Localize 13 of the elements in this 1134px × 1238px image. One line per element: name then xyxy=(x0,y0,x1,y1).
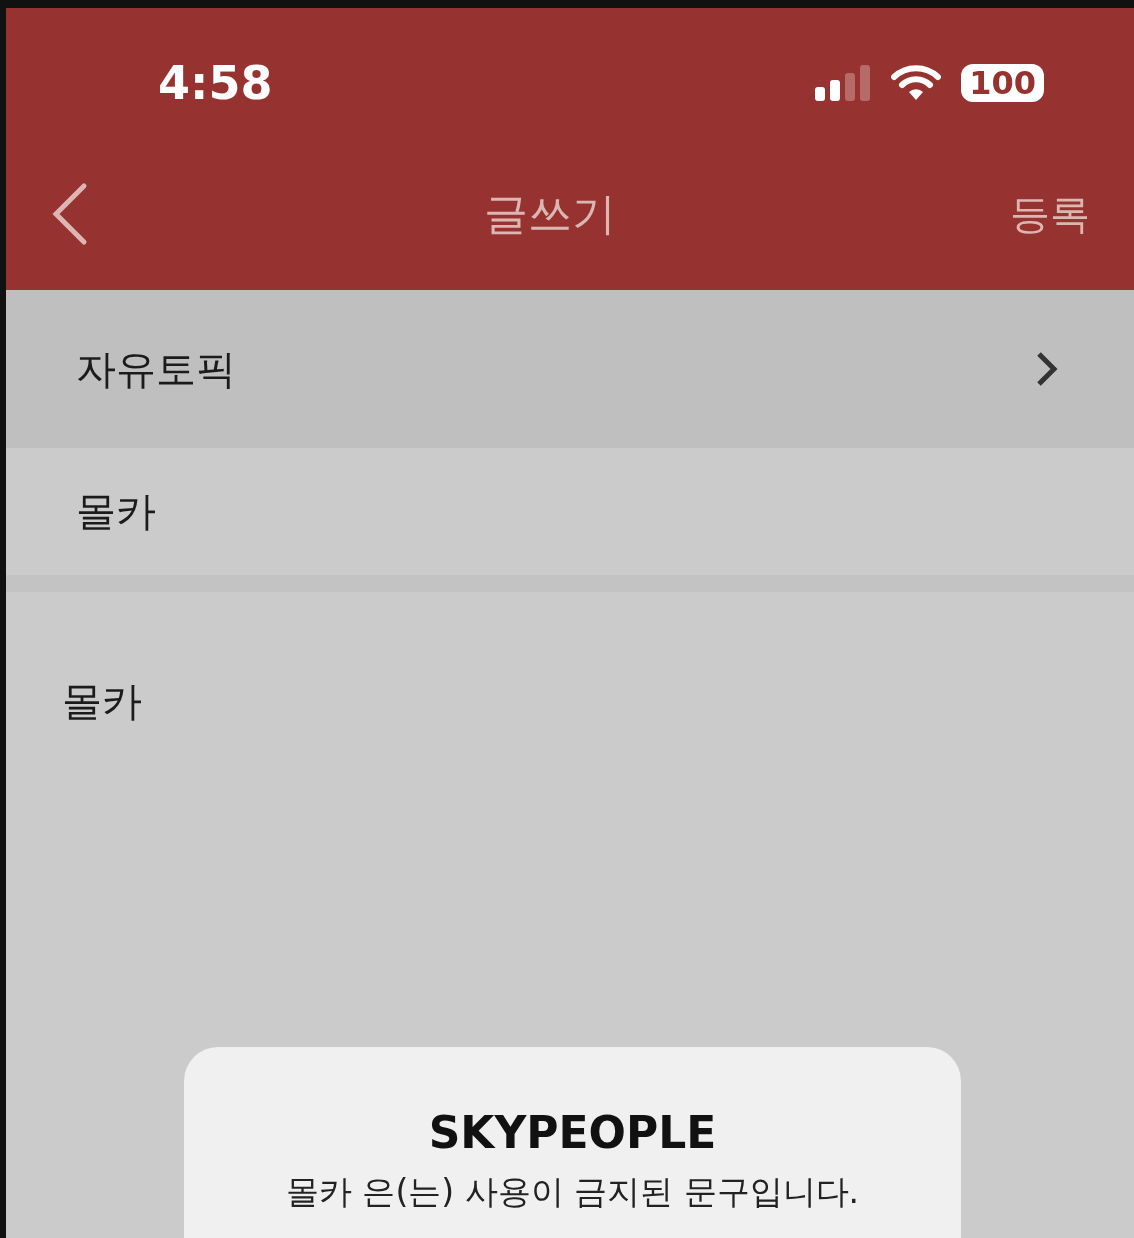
screen-title: 글쓰기 xyxy=(484,186,616,241)
category-selector[interactable]: 자유토픽 xyxy=(6,290,1134,448)
subject-field[interactable]: 몰카 xyxy=(76,484,156,539)
alert-title: SKYPEOPLE xyxy=(428,1107,717,1158)
category-label: 자유토픽 xyxy=(76,344,236,394)
battery-level: 100 xyxy=(961,64,1044,102)
body-field[interactable]: 몰카 xyxy=(62,678,142,724)
signal-icon xyxy=(815,65,872,101)
chevron-right-icon xyxy=(1036,351,1058,387)
status-time: 4:58 xyxy=(158,56,273,110)
wifi-icon xyxy=(891,65,942,101)
register-button[interactable]: 등록 xyxy=(1010,186,1090,242)
alert-message: 몰카 은(는) 사용이 금지된 문구입니다. xyxy=(285,1171,860,1213)
